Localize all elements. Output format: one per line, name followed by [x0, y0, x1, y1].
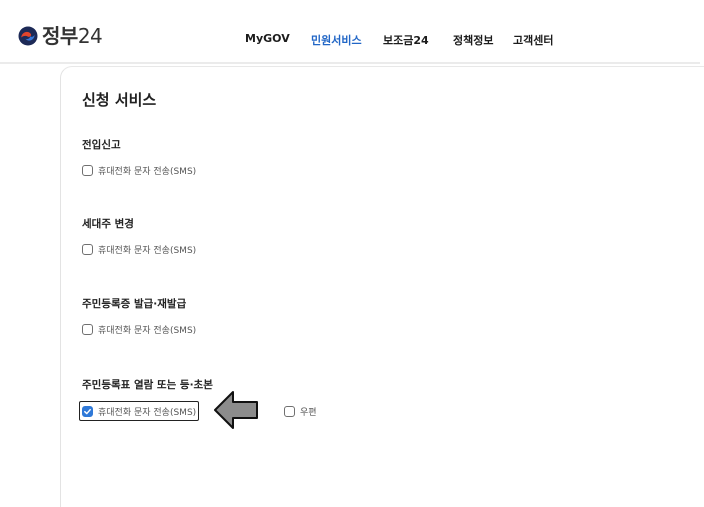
header-divider — [0, 62, 700, 64]
left-arrow-icon — [214, 391, 258, 429]
sms-option-move-in[interactable]: 휴대전화 문자 전송(SMS) — [82, 162, 196, 178]
nav-policy-info[interactable]: 정책정보 — [453, 32, 493, 48]
section-title-resident-register: 주민등록표 열람 또는 등·초본 — [82, 379, 213, 391]
section-title-move-in: 전입신고 — [82, 139, 121, 151]
application-card — [60, 66, 704, 507]
sms-option-label: 휴대전화 문자 전송(SMS) — [98, 407, 197, 418]
nav-mygov[interactable]: MyGOV — [245, 32, 290, 45]
sms-checkbox[interactable] — [82, 164, 93, 176]
section-title-id-card: 주민등록증 발급·재발급 — [82, 298, 187, 310]
sms-checkbox-checked[interactable] — [82, 405, 93, 417]
sms-checkbox[interactable] — [82, 243, 93, 255]
sms-option-resident-register[interactable]: 휴대전화 문자 전송(SMS) — [79, 401, 200, 421]
site-header: 정부24 MyGOV 민원서비스 보조금24 정책정보 고객센터 — [0, 0, 704, 62]
checkmark-icon — [84, 408, 91, 414]
logo-text-main: 정부 — [42, 24, 78, 48]
section-title-head-change: 세대주 변경 — [82, 218, 134, 230]
sms-checkbox[interactable] — [82, 323, 93, 335]
mail-option-label: 우편 — [300, 407, 317, 418]
sms-option-label: 휴대전화 문자 전송(SMS) — [98, 166, 197, 177]
nav-customer-center[interactable]: 고객센터 — [513, 32, 553, 48]
sms-option-label: 휴대전화 문자 전송(SMS) — [98, 325, 197, 336]
sms-option-id-card[interactable]: 휴대전화 문자 전송(SMS) — [82, 321, 196, 337]
logo-text: 정부24 — [42, 24, 103, 48]
nav-civil-service[interactable]: 민원서비스 — [311, 32, 362, 48]
mail-option[interactable]: 우편 — [284, 403, 317, 419]
sms-option-head-change[interactable]: 휴대전화 문자 전송(SMS) — [82, 241, 196, 257]
page-title: 신청 서비스 — [82, 91, 157, 109]
logo-text-number: 24 — [77, 24, 103, 48]
site-logo[interactable]: 정부24 — [18, 24, 103, 48]
mail-checkbox[interactable] — [284, 405, 295, 417]
gov-logo-icon — [18, 26, 38, 46]
sms-option-label: 휴대전화 문자 전송(SMS) — [98, 245, 197, 256]
nav-subsidy24[interactable]: 보조금24 — [383, 32, 429, 48]
